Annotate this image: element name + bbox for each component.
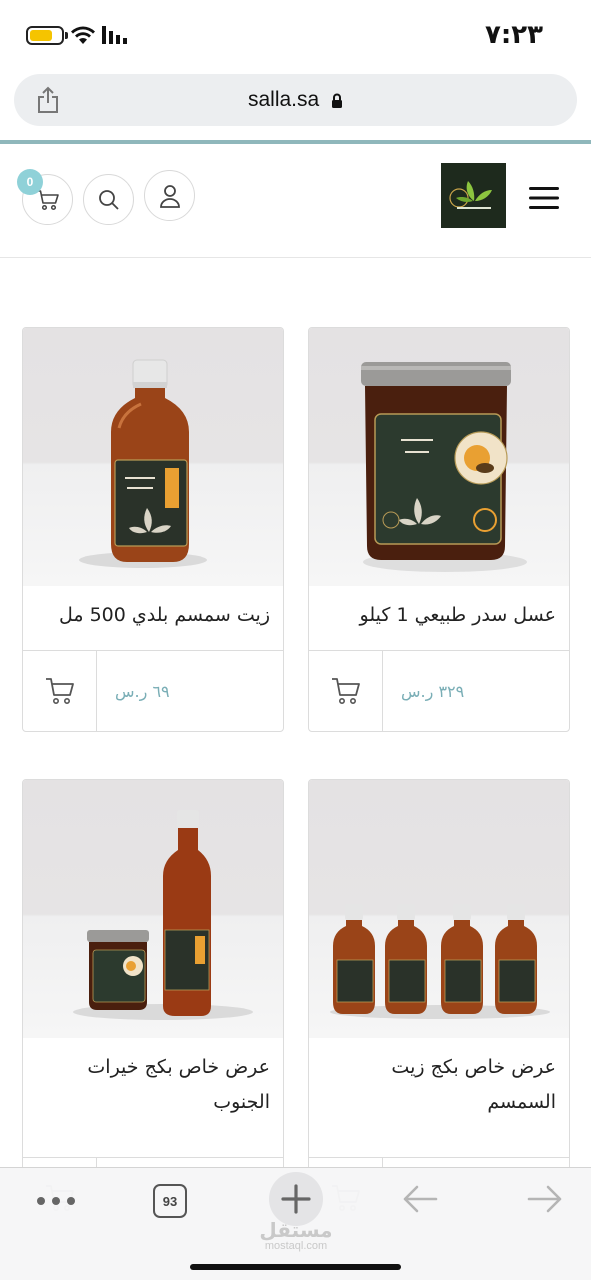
account-button[interactable]: [144, 170, 195, 221]
price-text: ٣٢٩ ر.س: [401, 681, 465, 701]
bundle-pack-image: [73, 810, 253, 1020]
url-text: salla.sa: [247, 88, 320, 111]
signal-icon: [102, 26, 127, 44]
search-icon: [98, 189, 119, 210]
status-bar: ٧:٢٣: [0, 0, 591, 70]
product-name[interactable]: زيت سمسم بلدي 500 مل: [23, 586, 283, 652]
home-indicator[interactable]: [190, 1264, 401, 1270]
leaf-logo-icon: [448, 180, 492, 209]
tab-count: 93: [162, 1193, 178, 1209]
cart-icon: [331, 678, 360, 704]
watermark: مستقل mostaql.com: [258, 1220, 334, 1252]
status-time: ٧:٢٣: [484, 20, 543, 50]
product-price: ٦٩ ر.س: [97, 651, 283, 731]
store-logo[interactable]: [441, 163, 506, 228]
cart-icon: [36, 189, 59, 210]
search-button[interactable]: [83, 174, 134, 225]
lock-icon: [332, 93, 343, 108]
product-name[interactable]: عرض خاص بكج زيت السمسم: [309, 1038, 569, 1138]
product-card[interactable]: زيت سمسم بلدي 500 مل ٦٩ ر.س: [22, 327, 284, 732]
plus-icon: [281, 1184, 311, 1214]
store-header: 0: [0, 144, 591, 258]
product-name[interactable]: عسل سدر طبيعي 1 كيلو: [309, 586, 569, 652]
product-card[interactable]: عسل سدر طبيعي 1 كيلو ٣٢٩ ر.س: [308, 327, 570, 732]
oil-bottles-pack-image: [330, 904, 550, 1019]
browser-toolbar: 93 مستقل mostaql.com: [0, 1167, 591, 1280]
back-arrow-icon[interactable]: [402, 1184, 438, 1214]
hamburger-menu-icon[interactable]: [527, 186, 561, 210]
tabs-button[interactable]: 93: [153, 1184, 187, 1218]
more-options-icon[interactable]: [36, 1196, 76, 1206]
watermark-arabic: مستقل: [259, 1218, 333, 1242]
product-image[interactable]: [309, 780, 569, 1038]
product-image[interactable]: [23, 780, 283, 1038]
forward-arrow-icon[interactable]: [527, 1184, 563, 1214]
add-to-cart-button[interactable]: [23, 651, 97, 731]
cart-count-badge: 0: [17, 169, 43, 195]
battery-tip: [65, 32, 68, 39]
product-image[interactable]: [309, 328, 569, 586]
product-footer: ٦٩ ر.س: [23, 650, 283, 731]
url-display[interactable]: salla.sa: [14, 88, 577, 112]
price-text: ٦٩ ر.س: [115, 681, 170, 701]
add-to-cart-button[interactable]: [309, 651, 383, 731]
product-image[interactable]: [23, 328, 283, 586]
watermark-latin: mostaql.com: [264, 1240, 328, 1252]
oil-bottle-image: [79, 359, 207, 568]
address-bar[interactable]: salla.sa: [14, 74, 577, 126]
user-icon: [159, 184, 180, 208]
product-name[interactable]: عرض خاص بكج خيرات الجنوب: [23, 1038, 283, 1138]
product-footer: ٣٢٩ ر.س: [309, 650, 569, 731]
cart-icon: [45, 678, 74, 704]
product-price: ٣٢٩ ر.س: [383, 651, 569, 731]
battery-icon: [26, 26, 64, 45]
wifi-icon: [71, 26, 95, 44]
honey-jar-image: [361, 362, 527, 572]
